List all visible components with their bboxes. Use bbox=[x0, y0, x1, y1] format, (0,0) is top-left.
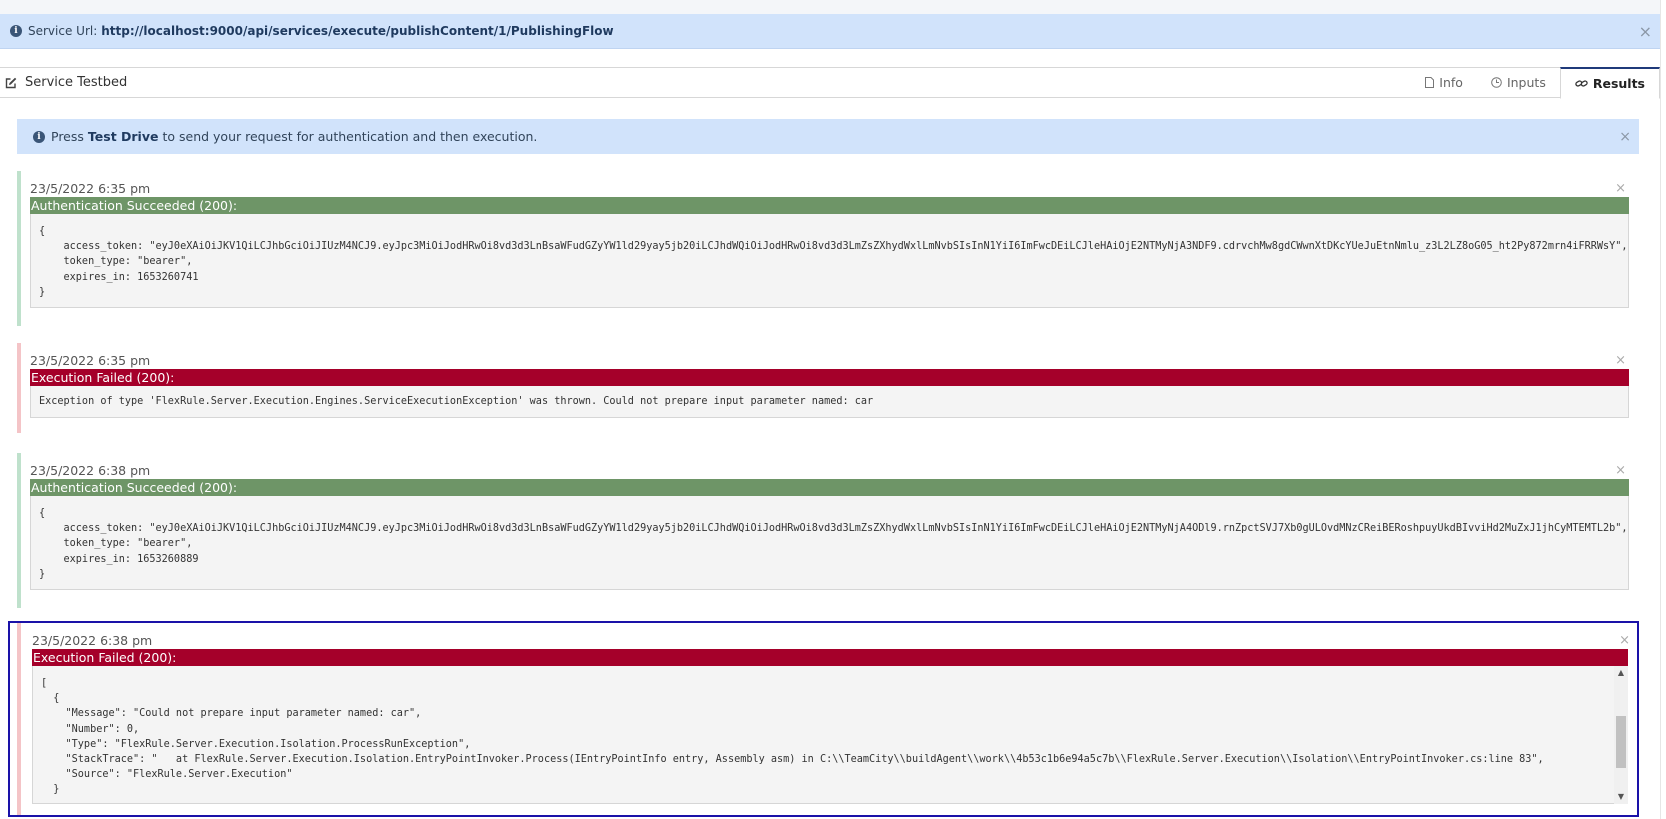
result-entry: 23/5/2022 6:35 pm × Execution Failed (20… bbox=[17, 343, 1629, 433]
file-icon bbox=[1425, 77, 1435, 88]
status-header: Execution Failed (200): bbox=[30, 369, 1629, 386]
entry-timestamp: 23/5/2022 6:38 pm bbox=[30, 463, 151, 478]
hint-banner: i Press Test Drive to send your request … bbox=[17, 119, 1639, 154]
tab-bar: Info Inputs Results bbox=[1411, 67, 1660, 99]
close-url-banner-icon[interactable]: × bbox=[1639, 24, 1652, 40]
status-stripe bbox=[17, 623, 21, 815]
response-body: { access_token: "eyJ0eXAiOiJKV1QiLCJhbGc… bbox=[30, 496, 1629, 590]
scroll-up-arrow-icon[interactable]: ▲ bbox=[1614, 666, 1628, 680]
entry-timestamp: 23/5/2022 6:35 pm bbox=[30, 353, 151, 368]
response-body: { access_token: "eyJ0eXAiOiJKV1QiLCJhbGc… bbox=[30, 214, 1629, 308]
status-stripe bbox=[17, 453, 21, 608]
close-entry-icon[interactable]: × bbox=[1615, 353, 1626, 368]
status-stripe bbox=[17, 343, 21, 433]
close-entry-icon[interactable]: × bbox=[1615, 463, 1626, 478]
entry-timestamp: 23/5/2022 6:38 pm bbox=[32, 633, 153, 648]
status-header: Authentication Succeeded (200): bbox=[30, 479, 1629, 496]
hint-action: Test Drive bbox=[87, 129, 159, 144]
tab-results-label: Results bbox=[1592, 76, 1645, 91]
tab-inputs[interactable]: Inputs bbox=[1477, 67, 1560, 98]
result-entry-selected[interactable]: 23/5/2022 6:38 pm × Execution Failed (20… bbox=[8, 621, 1639, 817]
response-body: Exception of type 'FlexRule.Server.Execu… bbox=[30, 386, 1629, 418]
window-edge bbox=[1660, 0, 1666, 819]
result-entry: 23/5/2022 6:38 pm × Authentication Succe… bbox=[17, 453, 1629, 608]
status-header: Execution Failed (200): bbox=[32, 649, 1628, 666]
tab-results[interactable]: Results bbox=[1559, 67, 1660, 99]
scroll-thumb[interactable] bbox=[1616, 716, 1626, 768]
result-entry: 23/5/2022 6:35 pm × Authentication Succe… bbox=[17, 171, 1629, 326]
service-url-label: Service Url: bbox=[28, 24, 98, 38]
info-icon: i bbox=[33, 130, 45, 143]
info-icon: i bbox=[10, 25, 22, 37]
testbed-header: Service Testbed Info Inputs Results bbox=[0, 67, 1660, 99]
tab-info-label: Info bbox=[1439, 75, 1463, 90]
close-hint-icon[interactable]: × bbox=[1619, 129, 1631, 145]
status-header: Authentication Succeeded (200): bbox=[30, 197, 1629, 214]
scroll-down-arrow-icon[interactable]: ▼ bbox=[1614, 790, 1628, 804]
page-title-text: Service Testbed bbox=[25, 75, 128, 90]
top-strip bbox=[0, 0, 1666, 14]
service-url-value[interactable]: http://localhost:9000/api/services/execu… bbox=[101, 24, 613, 38]
edit-icon bbox=[5, 77, 17, 88]
tab-inputs-label: Inputs bbox=[1506, 75, 1546, 90]
response-body: [ { "Message": "Could not prepare input … bbox=[32, 666, 1628, 804]
status-stripe bbox=[17, 171, 21, 326]
clock-icon bbox=[1491, 77, 1502, 88]
page-title: Service Testbed bbox=[0, 75, 127, 90]
link-icon bbox=[1575, 80, 1588, 87]
entry-timestamp: 23/5/2022 6:35 pm bbox=[30, 181, 151, 196]
response-scrollbar[interactable]: ▲ ▼ bbox=[1614, 666, 1628, 804]
hint-prefix: Press bbox=[51, 129, 84, 144]
close-entry-icon[interactable]: × bbox=[1619, 633, 1630, 648]
tab-info[interactable]: Info bbox=[1411, 67, 1477, 98]
close-entry-icon[interactable]: × bbox=[1615, 181, 1626, 196]
service-url-banner: i Service Url: http://localhost:9000/api… bbox=[0, 14, 1660, 49]
hint-suffix: to send your request for authentication … bbox=[162, 129, 538, 144]
